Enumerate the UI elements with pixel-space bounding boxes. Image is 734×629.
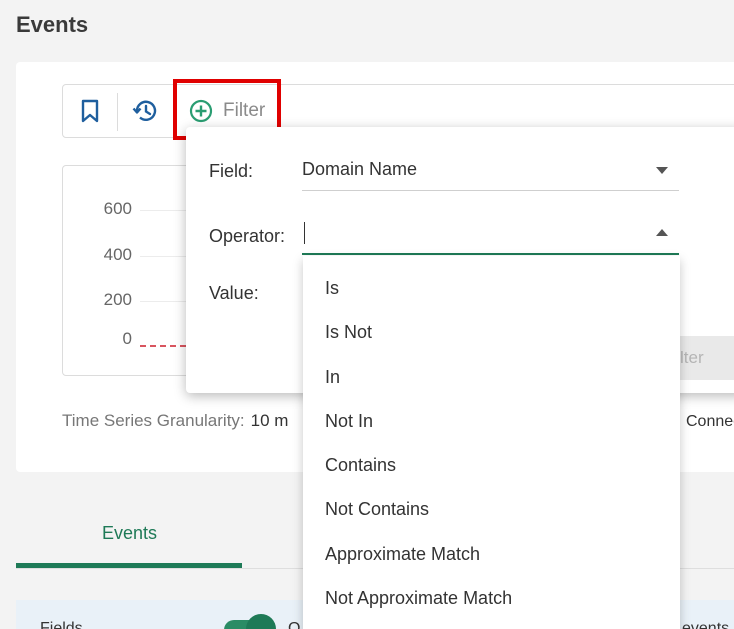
operator-label: Operator: [209,226,286,246]
granularity-value[interactable]: 10 m [251,411,289,430]
page-title: Events [16,12,89,37]
tab-events[interactable]: Events [102,523,157,544]
history-icon [132,100,157,121]
field-select-underline [302,190,679,191]
fields-label: Fields [40,620,83,629]
bottom-text: Q [288,620,301,629]
chevron-down-icon[interactable] [656,167,668,174]
grid-line [140,301,190,302]
chevron-up-icon[interactable] [656,229,668,236]
grid-line [140,210,190,211]
operator-option[interactable]: Not In [325,411,373,432]
toolbar-divider [117,93,118,131]
history-button[interactable] [119,85,173,137]
operator-option[interactable]: Not Contains [325,499,429,520]
operator-option[interactable]: Approximate Match [325,544,480,565]
operator-option[interactable]: In [325,367,340,388]
operator-option[interactable]: Is Not [325,322,372,343]
field-label: Field: [209,161,254,181]
granularity-row: Time Series Granularity: 10 m [62,411,288,431]
operator-option[interactable]: Not Approximate Match [325,588,512,609]
connection-label: Connec [686,413,734,430]
grid-line [140,256,190,257]
y-tick-label: 0 [122,329,132,348]
bookmark-icon [81,99,99,123]
operator-input-underline [302,253,679,255]
operator-option[interactable]: Contains [325,455,396,476]
operator-input-caret [304,222,305,244]
y-tick-label: 200 [103,290,132,309]
series-line [140,345,186,347]
granularity-label: Time Series Granularity: [62,411,245,430]
events-count-text: events [682,620,730,629]
operator-option[interactable]: Is [325,278,339,299]
field-select[interactable]: Domain Name [302,159,417,180]
y-tick-label: 600 [103,199,132,218]
bookmark-button[interactable] [63,85,117,137]
y-tick-label: 400 [103,245,132,264]
value-label: Value: [209,283,259,303]
operator-dropdown: Is Is Not In Not In Contains Not Contain… [303,256,680,629]
